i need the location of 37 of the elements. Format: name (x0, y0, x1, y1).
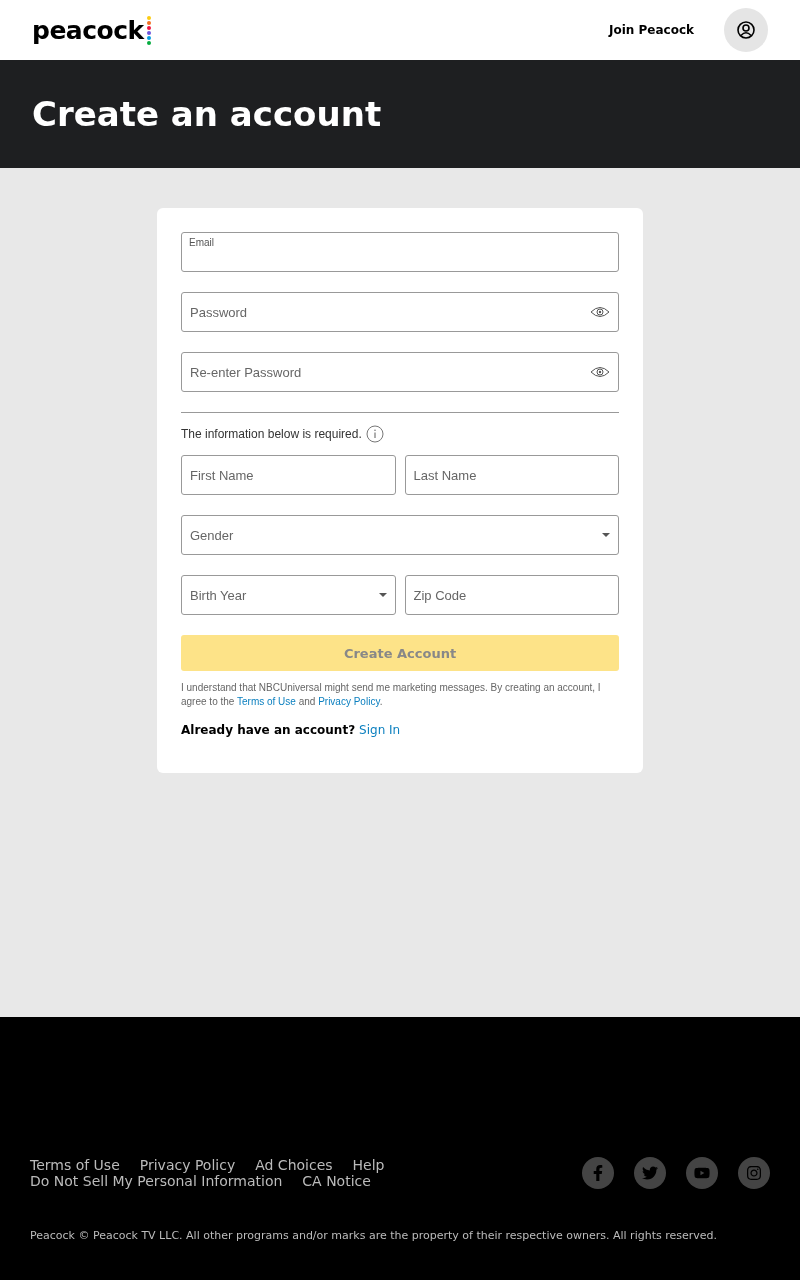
page-title: Create an account (32, 94, 382, 134)
terms-link[interactable]: Terms of Use (237, 696, 296, 707)
user-icon (737, 21, 755, 39)
required-note: The information below is required. (181, 427, 362, 441)
facebook-icon[interactable] (582, 1157, 614, 1189)
password-field[interactable]: Re-enter Password (181, 352, 619, 392)
footer-link[interactable]: Do Not Sell My Personal Information (30, 1173, 283, 1189)
logo[interactable]: peacock (32, 15, 144, 45)
dots-icon (146, 15, 151, 45)
password-field[interactable]: Password (181, 292, 619, 332)
eye-icon[interactable] (590, 306, 610, 318)
footer-link[interactable]: Ad Choices (255, 1157, 333, 1173)
input-field[interactable]: First Name (181, 455, 396, 495)
twitter-icon[interactable] (634, 1157, 666, 1189)
consent-text: I understand that NBCUniversal might send me marketing messages. By creating an account, I agree to the Terms of Use and Privacy Policy. (181, 681, 602, 709)
input-field[interactable]: Zip Code (404, 575, 619, 615)
eye-icon[interactable] (590, 366, 610, 378)
footer-link[interactable]: Help (352, 1157, 385, 1173)
instagram-icon[interactable] (738, 1157, 770, 1189)
field-label: Email (189, 237, 214, 248)
input-field[interactable]: Last Name (404, 455, 619, 495)
sign-in-link[interactable]: Sign In (359, 723, 401, 737)
dropdown-field[interactable]: Birth Year (181, 575, 396, 615)
email-field[interactable] (181, 232, 619, 272)
caret-icon (602, 533, 610, 537)
signin-question: Already have an account? (181, 723, 356, 737)
caret-icon (378, 593, 387, 597)
footer-link[interactable]: CA Notice (302, 1173, 371, 1189)
join-link[interactable]: Join Peacock (608, 23, 694, 37)
account-button[interactable] (724, 8, 768, 52)
copyright-text: Peacock © Peacock TV LLC. All other programs and/or marks are the property of their respective owners. All rights reserved. (30, 1229, 718, 1242)
footer-link[interactable]: Privacy Policy (139, 1157, 236, 1173)
dropdown-field[interactable]: Gender (181, 515, 619, 555)
info-icon[interactable] (365, 425, 384, 443)
privacy-link[interactable]: Privacy Policy (318, 696, 380, 707)
youtube-icon[interactable] (686, 1157, 718, 1189)
footer-link[interactable]: Terms of Use (30, 1157, 120, 1173)
